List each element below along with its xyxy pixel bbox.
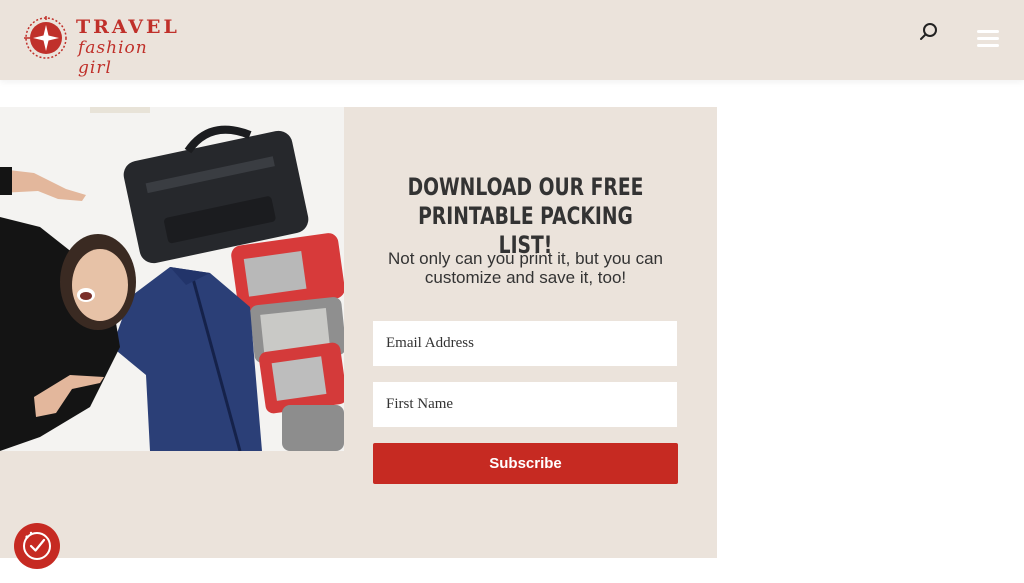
promo-photo bbox=[0, 107, 344, 451]
promo-subtitle: Not only can you print it, but you can c… bbox=[388, 249, 663, 287]
site-logo[interactable]: TRAVEL fashion girl bbox=[22, 12, 177, 78]
subscribe-button[interactable]: Subscribe bbox=[373, 443, 678, 484]
search-button[interactable] bbox=[917, 20, 941, 44]
privacy-check-icon bbox=[23, 531, 51, 560]
site-header: TRAVEL fashion girl bbox=[0, 0, 1024, 80]
search-icon bbox=[920, 23, 937, 40]
privacy-settings-button[interactable] bbox=[14, 523, 60, 569]
promo-content: DOWNLOAD OUR FREE PRINTABLE PACKING LIST… bbox=[344, 107, 717, 558]
hamburger-menu-icon-bar bbox=[977, 44, 999, 47]
compass-logo-icon bbox=[24, 16, 67, 59]
logo-text-top: TRAVEL bbox=[76, 16, 180, 38]
logo-text-bottom: fashion girl bbox=[78, 38, 148, 78]
hamburger-menu-icon bbox=[977, 30, 999, 33]
packing-list-promo: DOWNLOAD OUR FREE PRINTABLE PACKING LIST… bbox=[0, 107, 717, 558]
hamburger-menu-icon-bar bbox=[977, 37, 999, 40]
promo-title: DOWNLOAD OUR FREE PRINTABLE PACKING LIST… bbox=[407, 173, 644, 259]
email-field[interactable] bbox=[373, 321, 677, 366]
first-name-field[interactable] bbox=[373, 382, 677, 427]
packing-photo-image bbox=[0, 107, 344, 451]
hamburger-menu-button[interactable] bbox=[977, 30, 1001, 50]
